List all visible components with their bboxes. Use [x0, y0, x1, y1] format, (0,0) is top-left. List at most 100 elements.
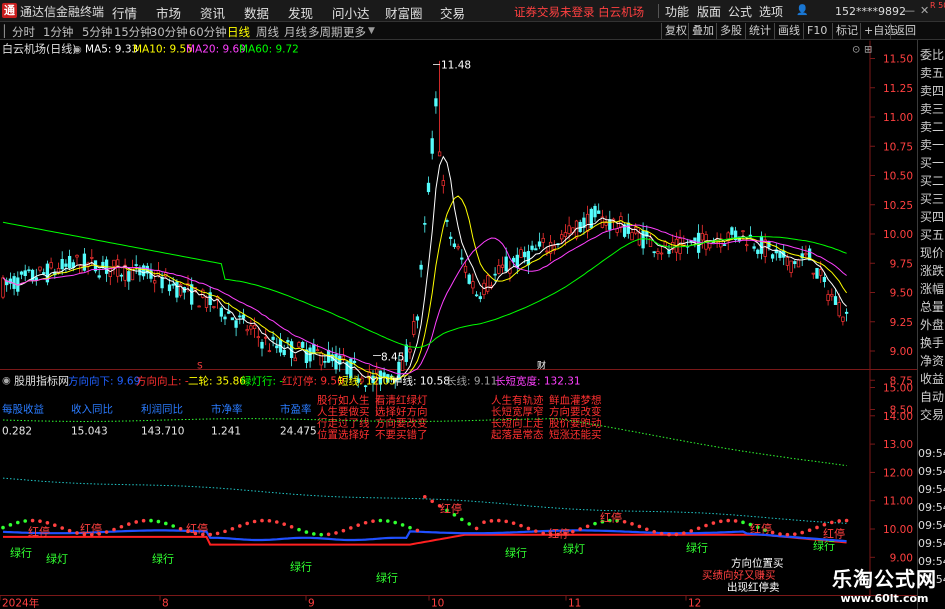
- menu-item-ask[interactable]: 问小达: [332, 3, 370, 22]
- table-value: 143.710: [141, 426, 184, 438]
- candle-body: [267, 350, 272, 353]
- sidebar-field-16[interactable]: 换手: [918, 336, 945, 350]
- period-60min[interactable]: 60分钟: [189, 24, 227, 40]
- sidebar-field-11[interactable]: 现价: [918, 246, 945, 260]
- signal-dot: [8, 523, 13, 527]
- sidebar-field-18[interactable]: 收益: [918, 372, 945, 386]
- sidebar-field-5[interactable]: 卖一: [918, 138, 945, 152]
- menu-item-data[interactable]: 数据: [244, 3, 269, 22]
- period-weekly[interactable]: 周线: [256, 24, 279, 40]
- legend-item: 长短宽度: 132.31: [495, 375, 581, 388]
- btn-draw[interactable]: 画线: [774, 23, 803, 39]
- menu-item-trade[interactable]: 交易: [440, 3, 465, 22]
- candle-body: [756, 249, 760, 254]
- sidebar-field-7[interactable]: 买二: [918, 174, 945, 188]
- sidebar-field-4[interactable]: 卖二: [918, 120, 945, 134]
- signal-dot: [349, 526, 353, 530]
- period-multi[interactable]: 多周期: [308, 24, 343, 40]
- period-more[interactable]: 更多: [343, 24, 366, 40]
- signal-dot: [156, 519, 161, 524]
- period-15min[interactable]: 15分钟: [114, 24, 152, 40]
- sidebar-field-20[interactable]: 交易: [918, 408, 945, 422]
- sidebar-field-14[interactable]: 总量: [918, 300, 945, 314]
- legend-item: 方向向下: 9.69: [68, 375, 140, 388]
- signal-label: 绿行: [813, 539, 835, 553]
- btn-adjust[interactable]: 复权: [661, 23, 690, 39]
- candle-body: [412, 321, 416, 335]
- candle-body: [626, 222, 630, 234]
- slogan-left: 方向要改变: [375, 417, 428, 430]
- trade-login-notice[interactable]: 证券交易未登录 白云机场: [514, 4, 644, 20]
- menu-item-layout[interactable]: 版面: [697, 3, 721, 20]
- signal-label: 绿行: [376, 571, 398, 585]
- sidebar-field-9[interactable]: 买四: [918, 210, 945, 224]
- chart-up-arrow-icon[interactable]: ⊙: [852, 45, 860, 56]
- s-marker: S: [197, 362, 203, 372]
- sidebar-field-0[interactable]: 委比: [918, 48, 945, 62]
- candle-body: [441, 180, 445, 186]
- candle-body: [42, 272, 46, 274]
- period-monthly[interactable]: 月线: [284, 24, 307, 40]
- menu-item-options[interactable]: 选项: [759, 3, 783, 20]
- slogan-left: 选择好方向: [375, 405, 428, 418]
- sidebar-field-12[interactable]: 涨跌: [918, 264, 945, 278]
- btn-multi-stock[interactable]: 多股: [716, 23, 745, 39]
- menu-item-functions[interactable]: 功能: [665, 3, 689, 20]
- sidebar-field-15[interactable]: 外盘: [918, 318, 945, 332]
- btn-f10[interactable]: F10: [803, 23, 830, 39]
- menu-item-formula[interactable]: 公式: [728, 3, 752, 20]
- menu-item-market[interactable]: 市场: [156, 3, 181, 22]
- menu-item-fortune[interactable]: 财富圈: [385, 3, 423, 22]
- candle-body: [426, 182, 431, 193]
- signal-dot: [519, 523, 523, 528]
- sidebar-field-17[interactable]: 净资: [918, 354, 945, 368]
- candle-body: [741, 230, 745, 233]
- menu-item-news[interactable]: 资讯: [200, 3, 225, 22]
- more-chevron-icon[interactable]: ▼: [368, 26, 375, 36]
- btn-mark[interactable]: 标记: [832, 23, 861, 39]
- period-5min[interactable]: 5分钟: [82, 24, 112, 40]
- signal-dot: [578, 527, 582, 531]
- sidebar-field-8[interactable]: 买三: [918, 192, 945, 206]
- btn-overlay[interactable]: 叠加: [688, 23, 717, 39]
- sidebar-field-1[interactable]: 卖五: [918, 66, 945, 80]
- signal-dot: [378, 518, 383, 523]
- candle-body: [467, 274, 471, 284]
- date-label: 10: [431, 598, 444, 609]
- candle-body: [770, 254, 775, 259]
- period-30min[interactable]: 30分钟: [150, 24, 188, 40]
- candle-body: [722, 244, 727, 246]
- sidebar-field-3[interactable]: 卖三: [918, 102, 945, 116]
- period-1min[interactable]: 1分钟: [43, 24, 73, 40]
- period-daily[interactable]: 日线: [227, 24, 250, 40]
- candle-body: [38, 266, 42, 271]
- btn-stats[interactable]: 统计: [745, 23, 774, 39]
- indicator-toggle-icon[interactable]: ◉: [2, 376, 11, 387]
- chart-expand-icon[interactable]: ⊞: [864, 45, 872, 56]
- candle-body: [841, 316, 845, 322]
- minimize-icon[interactable]: —: [904, 4, 915, 17]
- close-icon[interactable]: ✕: [920, 4, 929, 17]
- sidebar-field-10[interactable]: 买五: [918, 228, 945, 242]
- candle-body: [619, 216, 623, 228]
- sidebar-field-13[interactable]: 涨幅: [918, 282, 945, 296]
- menu-item-quotes[interactable]: 行情: [112, 3, 137, 22]
- stock-chart[interactable]: 白云机场(日线) ◉ MA5: 9.33 MA10: 9.55 MA20: 9.…: [0, 40, 917, 609]
- user-icon[interactable]: 👤: [796, 5, 808, 16]
- sidebar-field-19[interactable]: 自动: [918, 390, 945, 404]
- sidebar-field-6[interactable]: 买一: [918, 156, 945, 170]
- period-timeline[interactable]: 分时: [12, 24, 35, 40]
- signal-dot: [356, 523, 361, 527]
- btn-back[interactable]: 返回: [890, 23, 919, 39]
- candle-body: [830, 294, 834, 297]
- signal-dot: [423, 494, 427, 499]
- ind-tick-label: 15.00: [883, 383, 913, 395]
- account-label[interactable]: 152****9892: [835, 5, 906, 18]
- ma5-line: [2, 155, 847, 381]
- candle-body: [238, 315, 242, 318]
- signal-dot: [800, 530, 804, 535]
- menu-item-discover[interactable]: 发现: [288, 3, 313, 22]
- ma-toggle-icon[interactable]: ◉: [73, 45, 82, 56]
- signal-label: 红停: [28, 525, 50, 539]
- sidebar-field-2[interactable]: 卖四: [918, 84, 945, 98]
